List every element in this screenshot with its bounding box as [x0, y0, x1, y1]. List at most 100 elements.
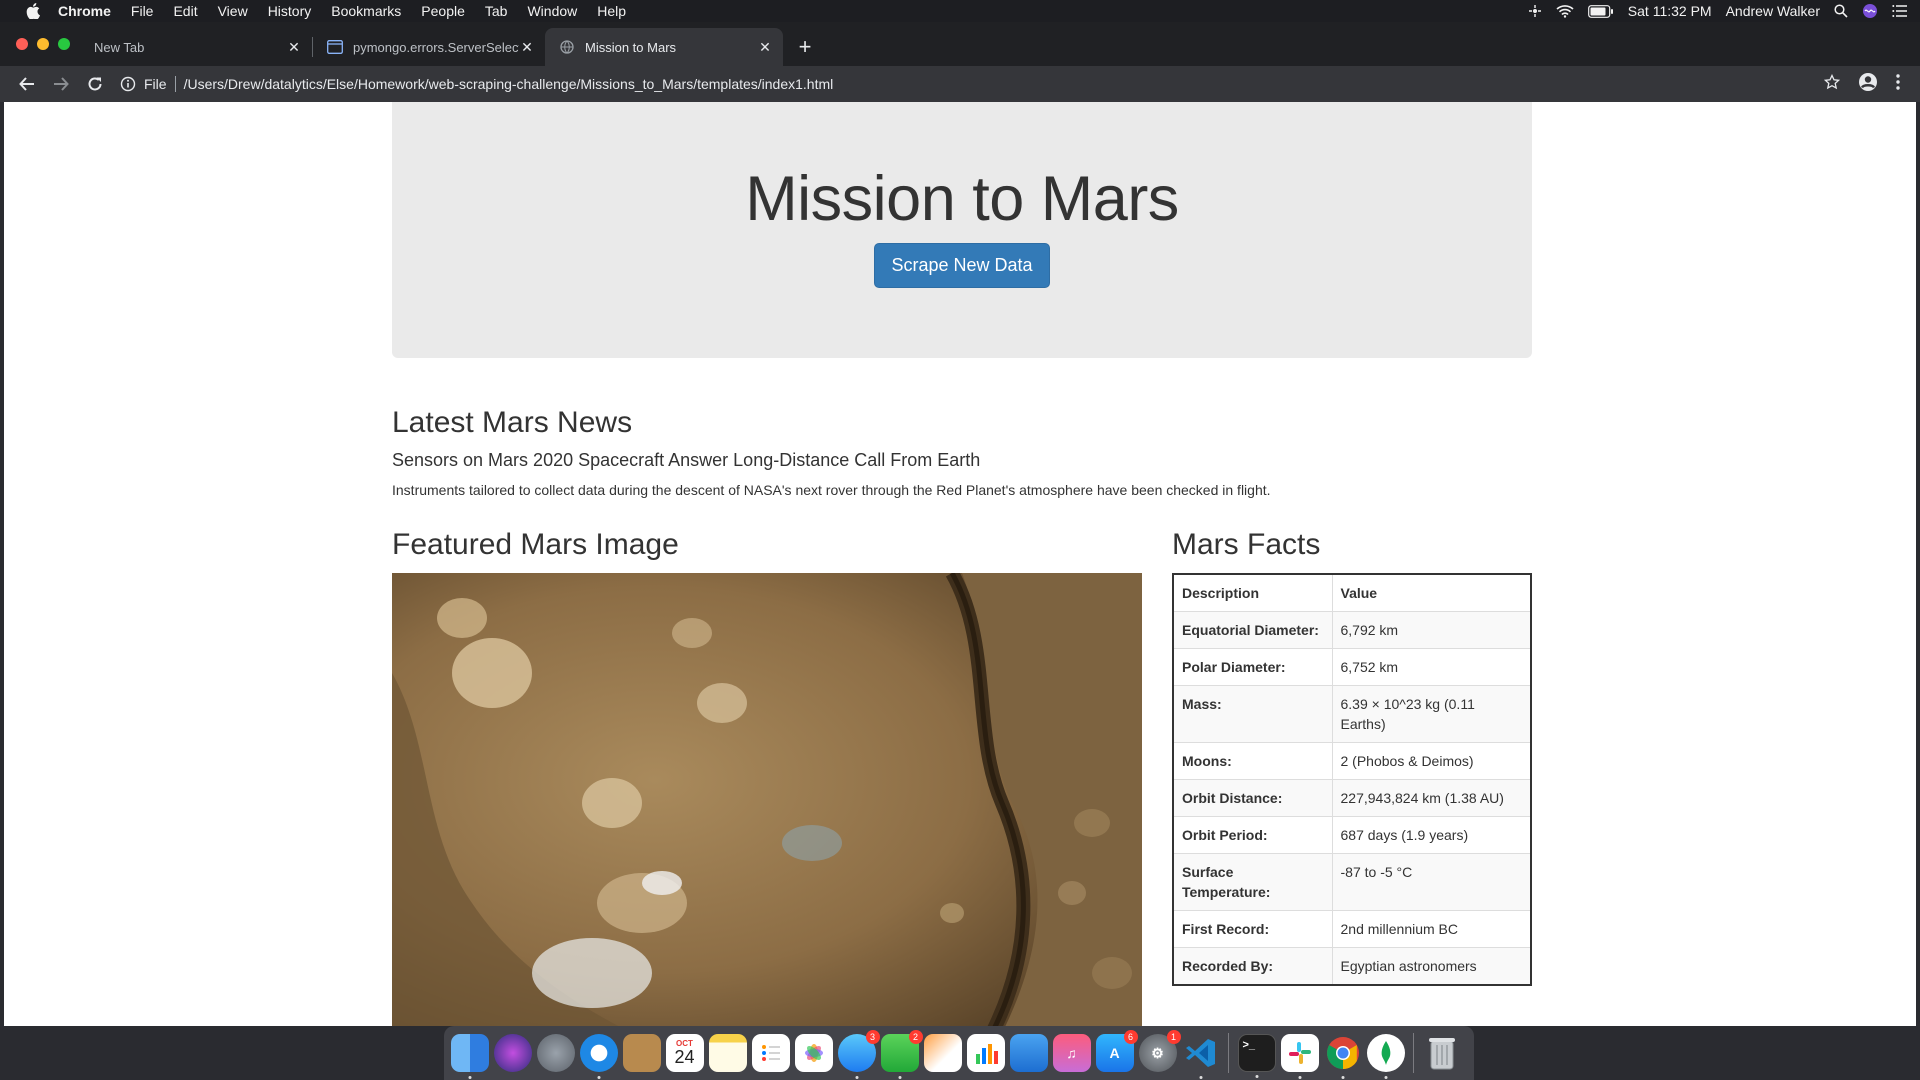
chrome-icon[interactable] [1324, 1034, 1362, 1079]
fact-value: Egyptian astronomers [1331, 947, 1532, 986]
fact-value: 6,752 km [1331, 648, 1532, 686]
tab-title: pymongo.errors.ServerSelectionTimeoutErr… [353, 39, 519, 55]
facetime-badge: 2 [908, 1030, 923, 1044]
fact-key: First Record: [1172, 910, 1333, 948]
table-row: Polar Diameter: 6,752 km [1172, 648, 1532, 686]
minimize-window-button[interactable] [37, 38, 49, 50]
mongodb-compass-icon[interactable] [1366, 1034, 1405, 1079]
siri-dock-icon[interactable] [493, 1034, 532, 1072]
site-info-icon[interactable] [120, 76, 136, 92]
slack-icon[interactable] [1280, 1034, 1319, 1079]
menu-people[interactable]: People [421, 3, 465, 19]
numbers-icon[interactable] [966, 1034, 1005, 1072]
finder-icon[interactable] [450, 1034, 489, 1079]
messages-badge: 3 [865, 1030, 880, 1044]
fact-key: Moons: [1172, 742, 1333, 780]
siri-icon[interactable] [1862, 3, 1878, 19]
music-icon[interactable]: ♫ [1052, 1034, 1091, 1072]
page-title: Mission to Mars [745, 164, 1179, 234]
trash-icon[interactable] [1423, 1034, 1461, 1072]
url-scheme-label: File [144, 76, 167, 92]
bookmark-star-icon[interactable] [1823, 73, 1841, 95]
app-store-badge: 6 [1123, 1030, 1138, 1044]
close-tab-icon[interactable]: ✕ [286, 39, 302, 55]
menubar-clock[interactable]: Sat 11:32 PM [1628, 3, 1712, 19]
table-row: First Record: 2nd millennium BC [1172, 910, 1532, 948]
menubar-user[interactable]: Andrew Walker [1726, 3, 1820, 19]
mars-facts-table: Description Value Equatorial Diameter: 6… [1172, 573, 1532, 986]
reminders-icon[interactable] [751, 1034, 790, 1072]
vpn-icon[interactable] [1528, 4, 1542, 18]
url-text[interactable]: /Users/Drew/datalytics/Else/Homework/web… [184, 76, 834, 92]
calendar-icon[interactable]: OCT 24 [665, 1034, 704, 1072]
menu-file[interactable]: File [131, 3, 154, 19]
tab-title: New Tab [94, 39, 145, 55]
spotlight-icon[interactable] [1834, 4, 1848, 18]
new-tab-button[interactable]: + [789, 28, 821, 66]
table-row: Moons: 2 (Phobos & Deimos) [1172, 742, 1532, 780]
battery-icon[interactable] [1587, 4, 1614, 18]
menu-view[interactable]: View [218, 3, 248, 19]
terminal-icon[interactable]: >_ [1237, 1034, 1276, 1078]
chrome-menu-icon[interactable] [1896, 73, 1900, 95]
menu-window[interactable]: Window [527, 3, 577, 19]
contacts-icon[interactable] [622, 1034, 661, 1072]
globe-icon [559, 39, 575, 55]
featured-image-heading: Featured Mars Image [392, 528, 679, 561]
fact-key: Mass: [1172, 685, 1333, 743]
keynote-icon[interactable] [1009, 1034, 1048, 1072]
page-viewport: Mission to Mars Scrape New Data Latest M… [4, 102, 1916, 1026]
close-tab-icon[interactable]: ✕ [519, 39, 535, 55]
messages-icon[interactable]: 3 [837, 1030, 880, 1079]
table-row: Orbit Period: 687 days (1.9 years) [1172, 816, 1532, 854]
app-store-icon[interactable]: A6 [1095, 1030, 1138, 1072]
tab-pymongo-error[interactable]: pymongo.errors.ServerSelectionTimeoutErr… [313, 28, 545, 66]
facts-column-description: Description [1172, 573, 1333, 612]
table-row: Orbit Distance: 227,943,824 km (1.38 AU) [1172, 779, 1532, 817]
close-window-button[interactable] [16, 38, 28, 50]
wifi-icon[interactable] [1556, 4, 1574, 18]
profile-avatar-icon[interactable] [1858, 72, 1878, 97]
mars-facts-heading: Mars Facts [1172, 528, 1321, 561]
facts-header-row: Description Value [1172, 573, 1532, 612]
news-teaser: Instruments tailored to collect data dur… [392, 482, 1271, 498]
facetime-icon[interactable]: 2 [880, 1030, 923, 1079]
browser-tab-strip: New Tab ✕ pymongo.errors.ServerSelection… [0, 22, 1920, 66]
apple-icon[interactable] [26, 3, 42, 19]
scrape-new-data-button[interactable]: Scrape New Data [874, 243, 1050, 288]
menu-tab[interactable]: Tab [485, 3, 508, 19]
page-favicon-icon [327, 39, 343, 55]
fact-key: Recorded By: [1172, 947, 1333, 986]
featured-mars-image [392, 573, 1142, 1026]
dock-separator [1413, 1033, 1414, 1073]
fact-value: 2 (Phobos & Deimos) [1331, 742, 1532, 780]
menu-history[interactable]: History [268, 3, 312, 19]
menu-bookmarks[interactable]: Bookmarks [331, 3, 401, 19]
forward-button[interactable] [46, 69, 76, 99]
tab-new-tab[interactable]: New Tab ✕ [80, 28, 312, 66]
photos-icon[interactable] [794, 1034, 833, 1072]
macos-menu-bar: Chrome File Edit View History Bookmarks … [0, 0, 1920, 22]
fact-key: Orbit Distance: [1172, 779, 1333, 817]
address-bar[interactable]: File /Users/Drew/datalytics/Else/Homewor… [120, 70, 1824, 98]
notes-icon[interactable] [708, 1034, 747, 1072]
vscode-icon[interactable] [1182, 1034, 1220, 1079]
reload-button[interactable] [80, 69, 110, 99]
calendar-day: 24 [674, 1047, 695, 1067]
close-tab-icon[interactable]: ✕ [757, 39, 773, 55]
fact-key: Polar Diameter: [1172, 648, 1333, 686]
latest-news-heading: Latest Mars News [392, 406, 633, 439]
fact-key: Orbit Period: [1172, 816, 1333, 854]
menu-help[interactable]: Help [597, 3, 626, 19]
pages-icon[interactable] [923, 1034, 962, 1072]
system-preferences-icon[interactable]: ⚙ 1 [1138, 1030, 1181, 1072]
notification-center-icon[interactable] [1892, 5, 1908, 17]
menu-app-name[interactable]: Chrome [58, 3, 111, 19]
dock-separator [1228, 1033, 1229, 1073]
fullscreen-window-button[interactable] [58, 38, 70, 50]
tab-mission-to-mars[interactable]: Mission to Mars ✕ [545, 28, 783, 66]
menu-edit[interactable]: Edit [173, 3, 197, 19]
safari-icon[interactable] [579, 1034, 618, 1079]
back-button[interactable] [12, 69, 42, 99]
launchpad-icon[interactable] [536, 1034, 575, 1072]
